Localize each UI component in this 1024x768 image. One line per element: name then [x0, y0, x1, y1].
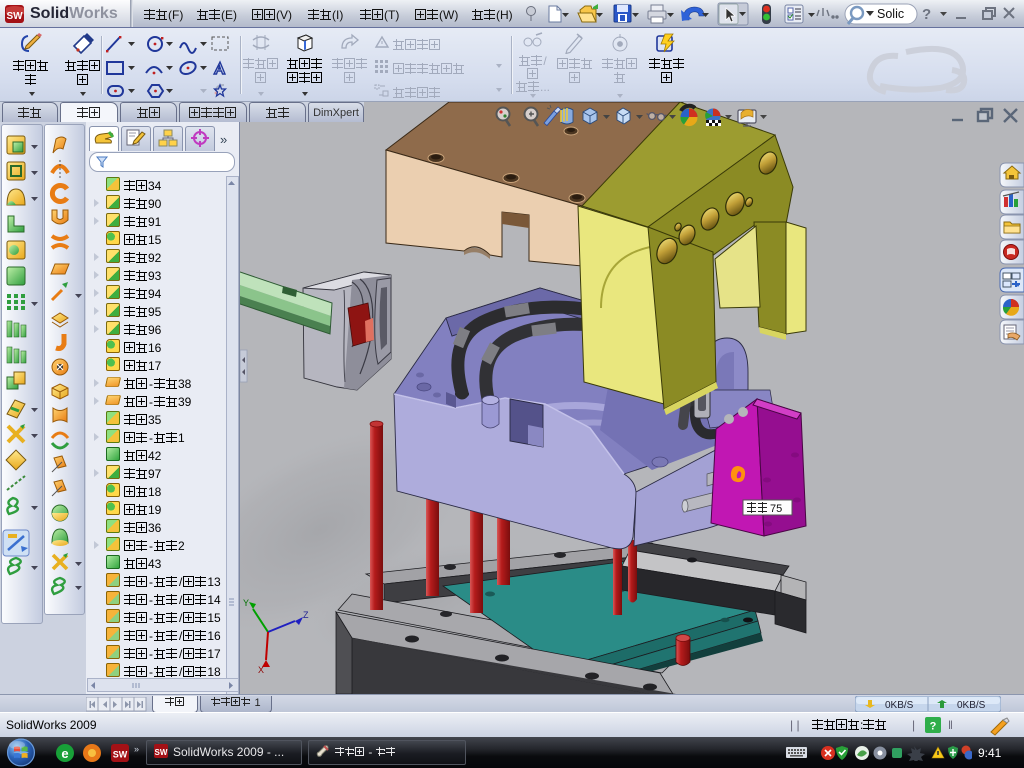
svg-text:Z: Z: [303, 610, 309, 620]
svg-text:75: 75: [770, 503, 782, 515]
svg-text:SW: SW: [113, 750, 128, 760]
svg-text:e: e: [61, 746, 68, 761]
svg-text:?: ?: [922, 6, 931, 23]
svg-text:SW: SW: [6, 11, 23, 22]
svg-text:0KB/S: 0KB/S: [957, 700, 986, 711]
svg-text:X: X: [258, 665, 264, 675]
svg-text:Y: Y: [243, 598, 249, 608]
svg-text:»: »: [134, 744, 139, 754]
svg-text:Solic: Solic: [877, 7, 904, 21]
svg-text:?: ?: [930, 721, 937, 733]
svg-text:SW: SW: [155, 748, 168, 757]
svg-text:0KB/S: 0KB/S: [885, 700, 914, 711]
